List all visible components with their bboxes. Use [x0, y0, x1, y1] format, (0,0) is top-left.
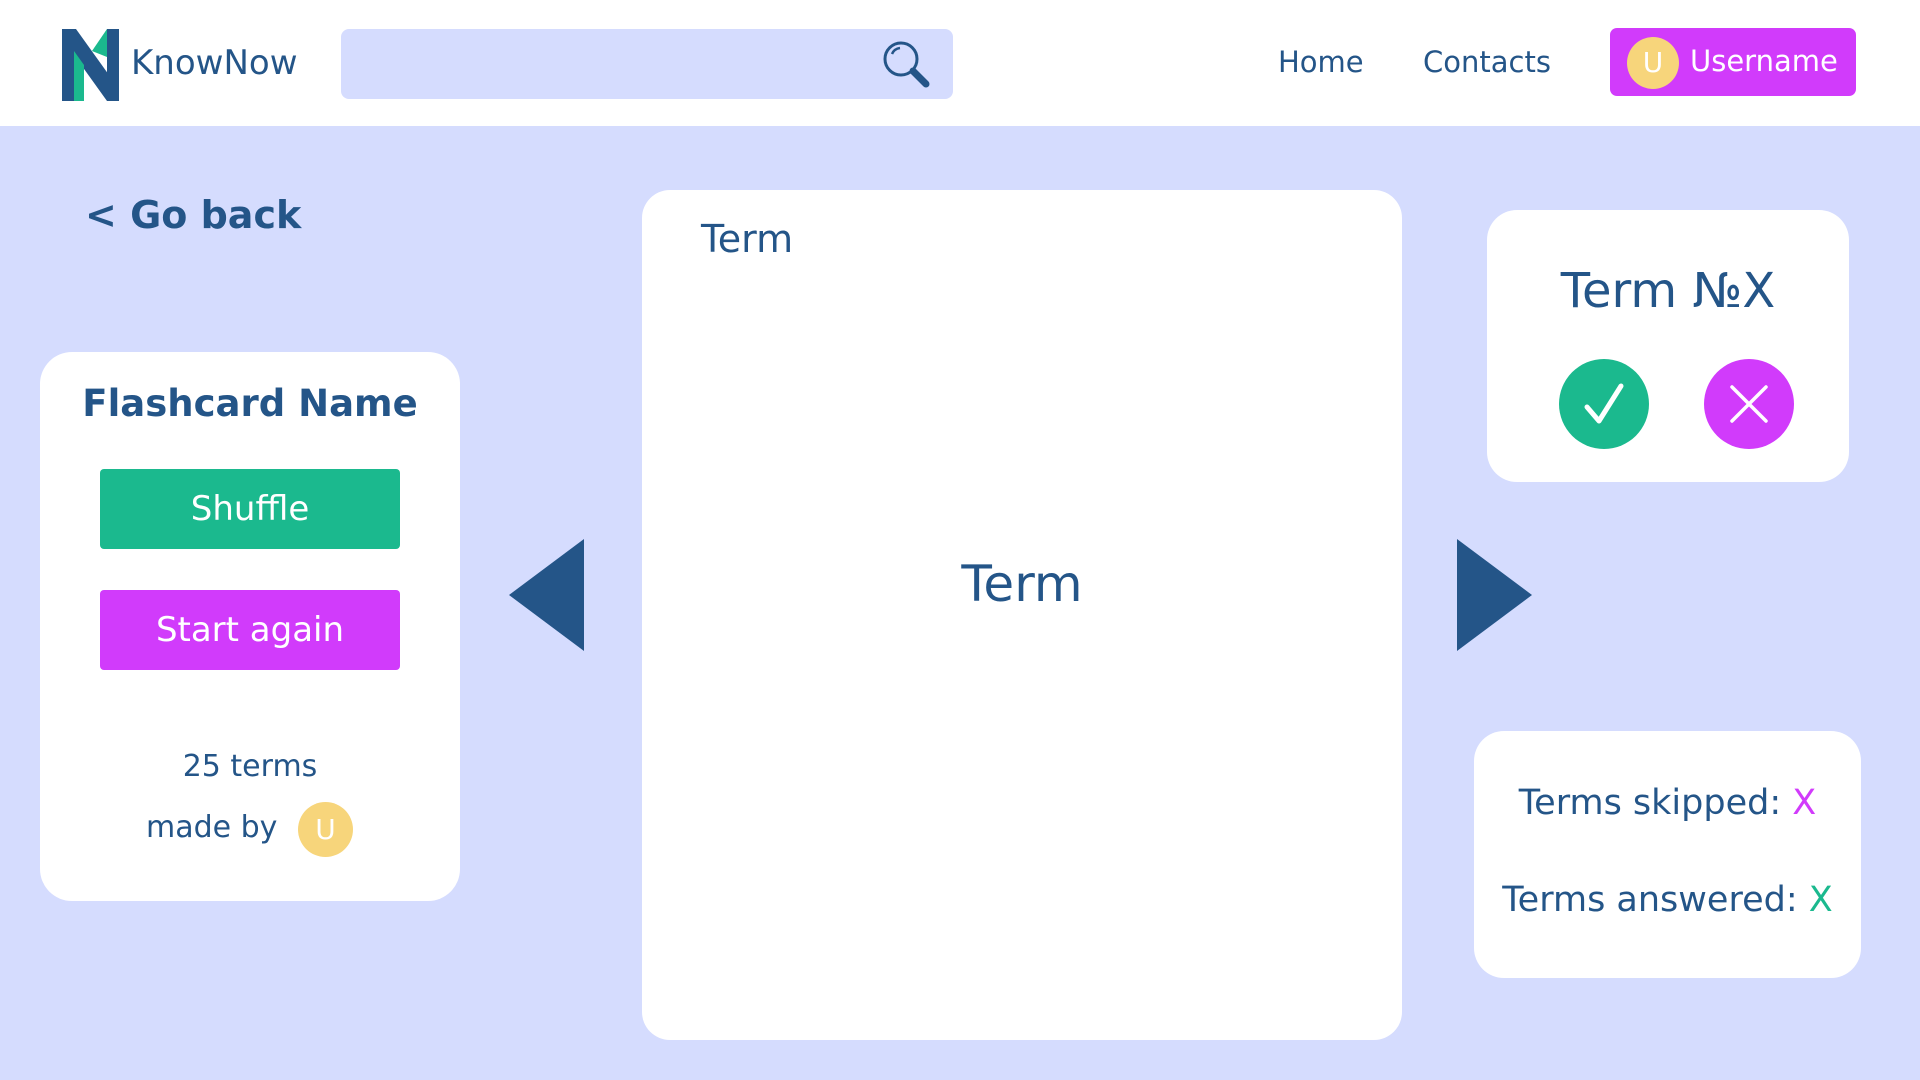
mark-correct-button[interactable] — [1559, 359, 1649, 449]
progress-stats-panel: Terms skipped: X Terms answered: X — [1474, 731, 1861, 978]
next-card-button[interactable] — [1457, 539, 1532, 651]
user-avatar: U — [1627, 37, 1679, 89]
brand-name[interactable]: KnowNow — [131, 43, 298, 83]
made-by-label: made by — [146, 810, 278, 845]
search-icon[interactable] — [880, 38, 932, 90]
triangle-right-icon — [1457, 539, 1532, 651]
top-navbar: KnowNow Home Contacts U Username — [0, 0, 1920, 126]
flashcard-title: Flashcard Name — [82, 382, 418, 425]
close-icon — [1730, 385, 1768, 423]
knownow-logo-icon[interactable] — [62, 29, 119, 101]
mark-wrong-button[interactable] — [1704, 359, 1794, 449]
start-again-button[interactable]: Start again — [100, 590, 400, 670]
user-name: Username — [1690, 44, 1838, 78]
terms-skipped-label: Terms skipped: — [1518, 783, 1782, 823]
search-input[interactable] — [341, 29, 953, 99]
go-back-link[interactable]: < Go back — [85, 193, 301, 237]
term-answer-panel: Term №X — [1487, 210, 1849, 482]
flashcard-info-panel: Flashcard Name Shuffle Start again 25 te… — [40, 352, 460, 901]
card-side-label: Term — [701, 217, 794, 261]
terms-count: 25 terms — [182, 749, 318, 784]
terms-skipped-value: X — [1792, 783, 1817, 823]
author-avatar[interactable]: U — [298, 802, 353, 857]
nav-home-link[interactable]: Home — [1278, 45, 1364, 79]
previous-card-button[interactable] — [509, 539, 584, 651]
checkmark-icon — [1584, 383, 1624, 424]
term-number: Term №X — [1560, 263, 1776, 319]
nav-contacts-link[interactable]: Contacts — [1423, 45, 1551, 79]
terms-answered-label: Terms answered: — [1502, 880, 1798, 920]
terms-skipped-stat: Terms skipped: X — [1474, 783, 1861, 823]
terms-answered-value: X — [1808, 880, 1833, 920]
flashcard[interactable]: Term Term — [642, 190, 1402, 1040]
terms-answered-stat: Terms answered: X — [1474, 880, 1861, 920]
card-term-text: Term — [961, 555, 1083, 613]
shuffle-button[interactable]: Shuffle — [100, 469, 400, 549]
user-menu-button[interactable]: U Username — [1610, 28, 1856, 96]
triangle-left-icon — [509, 539, 584, 651]
